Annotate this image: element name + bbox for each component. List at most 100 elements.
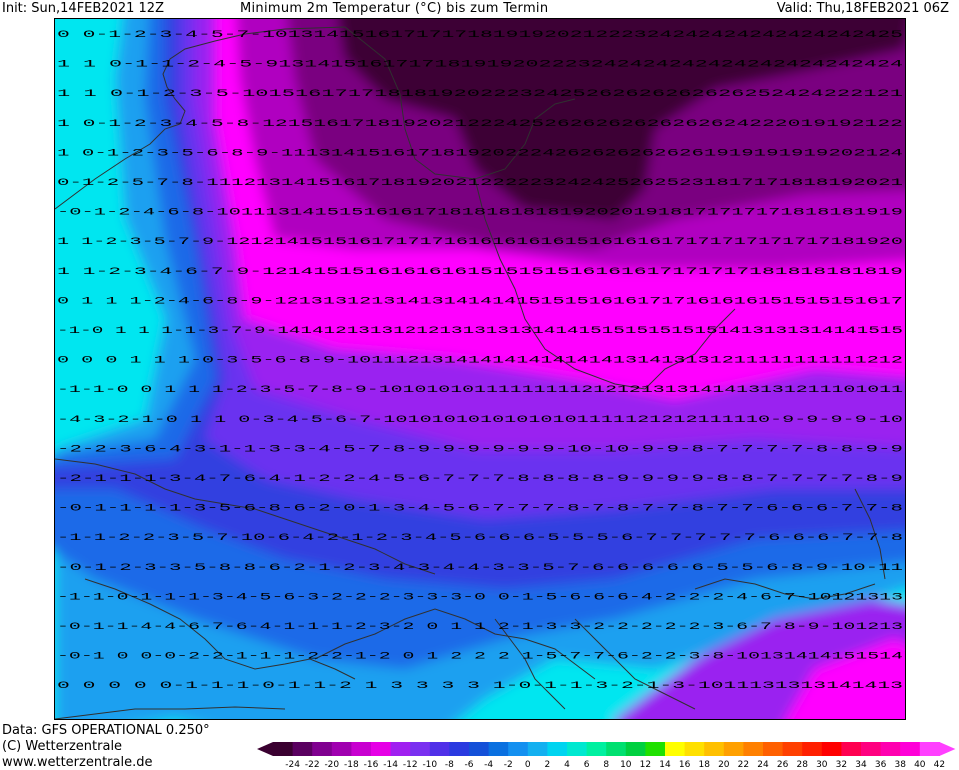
- legend-tick-label: -22: [305, 760, 320, 770]
- legend-tick-label: 16: [679, 760, 691, 770]
- value-row: 0 0 0 0 0-1-1-1-0-1-1-2 1 3 3 3 3 1-0-1-…: [57, 681, 903, 692]
- value-row: -0-1-1-4-4-6-7-6-4-1-1-1-2-3-2 0 1 1 2-1…: [57, 622, 903, 633]
- legend-swatch: [390, 742, 411, 756]
- value-row: 0 0-1-2-3-4-5-7-101314151617171718191920…: [57, 30, 903, 41]
- legend-swatch: [665, 742, 686, 756]
- legend-tick-label: 2: [545, 760, 551, 770]
- legend-tick-label: 14: [659, 760, 671, 770]
- value-row: -1-1-0 0 1 1 1-2-3-5-7-8-9-1010101011111…: [57, 385, 903, 396]
- legend-swatch: [429, 742, 450, 756]
- value-row: 0-1-2-5-7-8-1112131415161718192021222223…: [57, 178, 903, 189]
- data-source-label: Data: GFS OPERATIONAL 0.250°: [2, 723, 210, 738]
- legend-tick-label: -10: [422, 760, 437, 770]
- legend-tick-label: 6: [584, 760, 590, 770]
- legend-arrow-right: [939, 742, 956, 756]
- legend-swatch: [547, 742, 568, 756]
- legend-tick-label: 18: [698, 760, 710, 770]
- legend-tick-label: 32: [836, 760, 847, 770]
- legend-swatch: [351, 742, 372, 756]
- legend-swatch: [763, 742, 784, 756]
- value-row: -0-1-2-4-6-8-101113141515161617181818181…: [57, 208, 903, 219]
- legend-swatch: [821, 742, 842, 756]
- value-row: 1 0-1-2-3-4-5-8-121516171819202122242526…: [57, 119, 903, 130]
- legend-swatch: [312, 742, 333, 756]
- legend-arrow-left: [257, 742, 273, 756]
- temperature-map: 0 0-1-2-3-4-5-7-101314151617171718191920…: [54, 18, 906, 720]
- legend-tick-label: -8: [445, 760, 454, 770]
- legend-tick-label: -20: [324, 760, 339, 770]
- legend-swatch: [625, 742, 646, 756]
- value-row: -2-1-1-1-3-4-7-6-4-1-2-2-4-5-6-7-7-7-8-8…: [57, 474, 903, 485]
- value-row: -1-1-0-1-1-1-3-4-5-6-3-2-2-2-3-3-3-0 0-1…: [57, 592, 903, 603]
- legend-swatch: [743, 742, 764, 756]
- legend-swatch: [586, 742, 607, 756]
- legend-tick-label: 0: [525, 760, 531, 770]
- legend-swatch: [371, 742, 392, 756]
- legend-swatch: [292, 742, 313, 756]
- legend-swatch: [331, 742, 352, 756]
- legend-tick-label: 34: [855, 760, 867, 770]
- legend-swatch: [273, 742, 294, 756]
- value-row: 0 0 0 1 1 1-0-3-5-6-8-9-1011121314141414…: [57, 356, 903, 367]
- legend-swatch: [567, 742, 588, 756]
- legend-swatch: [488, 742, 509, 756]
- legend-tick-label: -18: [344, 760, 359, 770]
- value-row: -1-1-2-2-3-5-7-10-6-4-2-1-2-3-4-5-6-6-6-…: [57, 533, 903, 544]
- value-row: 1 1-2-3-4-6-7-9-121415151616161615151515…: [57, 267, 903, 278]
- legend-swatch: [527, 742, 548, 756]
- legend-tick-label: -24: [285, 760, 300, 770]
- legend-tick-label: 28: [796, 760, 808, 770]
- legend-tick-label: 8: [603, 760, 609, 770]
- value-row: 1 1 0-1-2-3-5-10151617171818192022232425…: [57, 89, 903, 100]
- legend-swatch: [782, 742, 803, 756]
- legend-tick-label: 40: [914, 760, 926, 770]
- value-row: 1 1-2-3-5-7-9-12121415151617171716161616…: [57, 237, 903, 248]
- value-row: -1-0 1 1 1-1-3-7-9-141412131312121313131…: [57, 326, 903, 337]
- value-row: 1 0-1-2-3-5-6-8-9-1113141516171819202224…: [57, 148, 903, 159]
- legend-tick-label: 26: [777, 760, 789, 770]
- legend-swatch: [802, 742, 823, 756]
- legend-tick-label: 10: [620, 760, 632, 770]
- legend-tick-label: -2: [504, 760, 513, 770]
- legend-swatch: [449, 742, 470, 756]
- legend-swatch: [410, 742, 431, 756]
- legend-tick-label: 20: [718, 760, 730, 770]
- value-row: -0-1-2-3-3-5-8-8-6-2-1-2-3-4-3-4-4-3-3-5…: [57, 563, 903, 574]
- value-row: -0-1-1-1-1-3-5-6-8-6-2-0-1-3-4-5-6-7-7-7…: [57, 504, 903, 515]
- legend-tick-label: 30: [816, 760, 828, 770]
- legend-tick-label: 12: [640, 760, 651, 770]
- legend-tick-label: 36: [875, 760, 887, 770]
- website-label: www.wetterzentrale.de: [2, 755, 153, 770]
- legend-tick-label: 42: [934, 760, 945, 770]
- legend-tick-label: -16: [364, 760, 379, 770]
- legend-tick-label: -12: [403, 760, 418, 770]
- legend-tick-label: -14: [383, 760, 398, 770]
- value-row: -4-3-2-1-0 1 1 0-3-4-5-6-7-1010101010101…: [57, 415, 903, 426]
- legend-tick-label: -6: [465, 760, 474, 770]
- legend-swatch: [508, 742, 529, 756]
- color-legend: -24 -22 -20 -18 -16 -14 -12 -10 -8 -6 -4 -2 0 2 4 6 8 10 1…: [255, 740, 959, 770]
- init-time-label: Init: Sun,14FEB2021 12Z: [2, 1, 164, 16]
- legend-tick-label: 22: [738, 760, 749, 770]
- map-title: Minimum 2m Temperatur (°C) bis zum Termi…: [240, 1, 549, 16]
- legend-swatch: [469, 742, 490, 756]
- legend-swatch: [684, 742, 705, 756]
- legend-tick-label: -4: [484, 760, 493, 770]
- legend-swatch: [704, 742, 725, 756]
- legend-swatch: [841, 742, 862, 756]
- legend-swatch: [861, 742, 882, 756]
- legend-swatch: [900, 742, 921, 756]
- value-row: 1 1 0-1-1-2-4-5-913141516171718191920222…: [57, 60, 903, 71]
- legend-swatch: [645, 742, 666, 756]
- copyright-label: (C) Wetterzentrale: [2, 739, 123, 754]
- value-labels: 0 0-1-2-3-4-5-7-101314151617171718191920…: [57, 30, 903, 692]
- legend-swatch: [880, 742, 901, 756]
- legend-tick-label: 38: [894, 760, 906, 770]
- legend-swatch: [919, 742, 940, 756]
- legend-swatch: [723, 742, 744, 756]
- valid-time-label: Valid: Thu,18FEB2021 06Z: [776, 1, 949, 16]
- legend-tick-label: 4: [564, 760, 570, 770]
- value-row: -2-2-3-6-4-3-1-1-3-3-4-5-7-8-9-9-9-9-9-9…: [57, 444, 903, 455]
- legend-tick-label: 24: [757, 760, 769, 770]
- value-row: -0-1 0 0-0-2-2-1-1-1-2-2-1-2 0 1 2 2 2 1…: [57, 652, 903, 663]
